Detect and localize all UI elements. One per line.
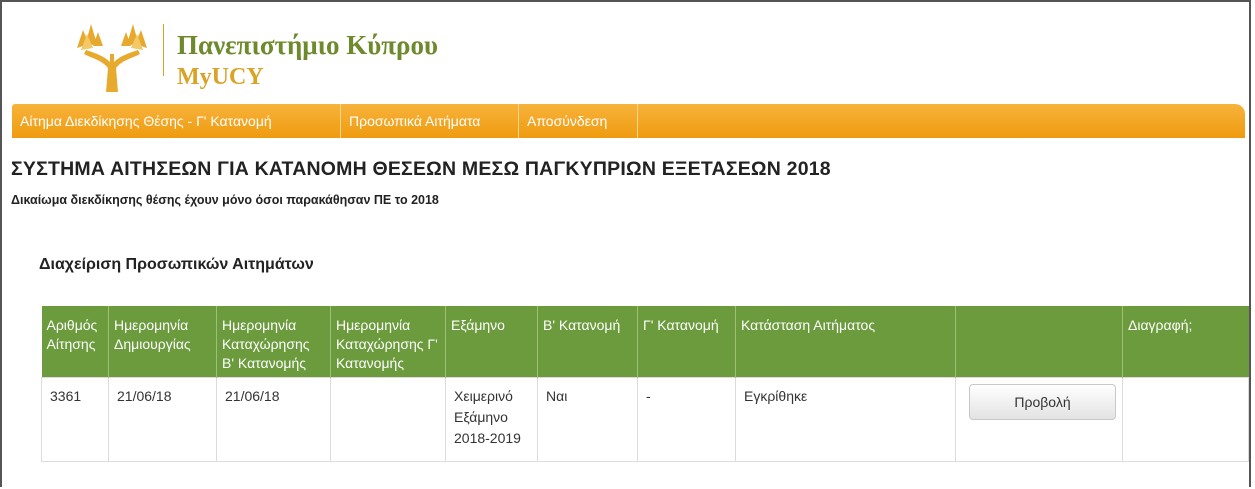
column-header-actions (955, 306, 1123, 378)
column-header-c-allocation: Γ' Κατανομή (637, 306, 736, 378)
app-name: MyUCY (177, 64, 264, 90)
section-title: Διαχείριση Προσωπικών Αιτημάτων (39, 256, 314, 273)
table-header-row: Αριθμός Αίτησης Ημερομηνία Δημιουργίας Η… (41, 306, 1249, 378)
column-header-b-registration-date: Ημερομηνία Καταχώρησης Β' Κατανομής (216, 306, 331, 378)
cell-b-allocation: Ναι (537, 377, 638, 462)
page-title: ΣΥΣΤΗΜΑ ΑΙΤΗΣΕΩΝ ΓΙΑ ΚΑΤΑΝΟΜΗ ΘΕΣΕΩΝ ΜΕΣ… (11, 158, 831, 180)
view-request-button[interactable]: Προβολή (969, 384, 1116, 420)
logo-divider (163, 24, 164, 76)
cell-request-number: 3361 (41, 377, 109, 462)
cell-c-allocation: - (637, 377, 736, 462)
university-name: Πανεπιστήμιο Κύπρου (177, 30, 438, 60)
cell-request-status: Εγκρίθηκε (735, 377, 956, 462)
cell-actions: Προβολή (955, 377, 1123, 462)
requests-table: Αριθμός Αίτησης Ημερομηνία Δημιουργίας Η… (41, 306, 1249, 462)
column-header-b-allocation: Β' Κατανομή (537, 306, 638, 378)
main-navigation: Αίτημα Διεκδίκησης Θέσης - Γ' Κατανομή Π… (12, 104, 1245, 138)
column-header-created-date: Ημερομηνία Δημιουργίας (108, 306, 217, 378)
cell-b-registration-date: 21/06/18 (216, 377, 331, 462)
nav-item-logout[interactable]: Αποσύνδεση (519, 104, 638, 138)
column-header-c-registration-date: Ημερομηνία Καταχώρησης Γ' Κατανομής (330, 306, 446, 378)
cell-created-date: 21/06/18 (108, 377, 217, 462)
nav-item-request-claim[interactable]: Αίτημα Διεκδίκησης Θέσης - Γ' Κατανομή (12, 104, 341, 138)
column-header-request-number: Αριθμός Αίτησης (41, 306, 109, 378)
site-header: Πανεπιστήμιο Κύπρου MyUCY (71, 14, 571, 100)
column-header-semester: Εξάμηνο (445, 306, 538, 378)
cell-semester: Χειμερινό Εξάμηνο 2018-2019 (445, 377, 538, 462)
cell-c-registration-date (330, 377, 446, 462)
column-header-request-status: Κατάσταση Αιτήματος (735, 306, 956, 378)
university-logo (77, 24, 147, 92)
cell-delete[interactable] (1122, 377, 1249, 462)
page-subtitle: Δικαίωμα διεκδίκησης θέσης έχουν μόνο όσ… (11, 193, 439, 207)
nav-item-personal-requests[interactable]: Προσωπικά Αιτήματα (341, 104, 519, 138)
table-row: 3361 21/06/18 21/06/18 Χειμερινό Εξάμηνο… (41, 377, 1249, 462)
column-header-delete: Διαγραφή; (1122, 306, 1249, 378)
